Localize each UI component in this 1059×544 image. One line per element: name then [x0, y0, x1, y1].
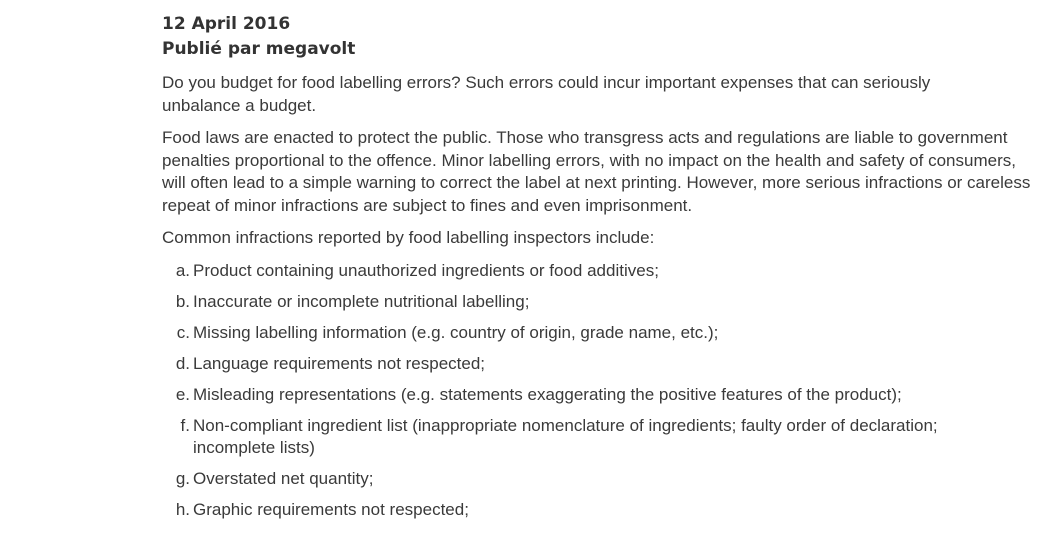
list-item: h. Graphic requirements not respected; [162, 499, 1042, 522]
article: 12 April 2016 Publié par megavolt Do you… [162, 12, 1042, 530]
list-item-text: Overstated net quantity; [193, 469, 374, 488]
list-marker: a. [175, 260, 190, 280]
list-marker: f. [180, 415, 190, 435]
list-item: e. Misleading representations (e.g. stat… [162, 384, 1042, 407]
list-item: c. Missing labelling information (e.g. c… [162, 322, 1042, 345]
post-author: Publié par megavolt [162, 39, 356, 59]
list-marker: b. [175, 291, 190, 311]
list-item-text: Missing labelling information (e.g. coun… [193, 322, 719, 342]
list-item: a. Product containing unauthorized ingre… [162, 260, 1042, 283]
list-item: g. Overstated net quantity; [162, 468, 1042, 491]
list-intro-paragraph: Common infractions reported by food labe… [162, 228, 655, 247]
intro-paragraph: Do you budget for food labelling errors?… [162, 73, 931, 115]
list-marker: e. [175, 384, 190, 404]
list-marker: c. [176, 322, 190, 342]
list-item: b. Inaccurate or incomplete nutritional … [162, 291, 1042, 314]
list-marker: d. [175, 353, 190, 373]
list-item: d. Language requirements not respected; [162, 353, 1042, 376]
list-item-text: Graphic requirements not respected; [193, 500, 469, 519]
list-item-text: Language requirements not respected; [193, 353, 486, 373]
list-item-text: Product containing unauthorized ingredie… [193, 260, 659, 280]
laws-paragraph: Food laws are enacted to protect the pub… [162, 128, 1031, 215]
list-marker: g. [175, 469, 190, 488]
list-item-text: Inaccurate or incomplete nutritional lab… [193, 291, 530, 311]
list-item-text: Non-compliant ingredient list (inappropr… [193, 415, 938, 458]
list-marker: h. [175, 500, 190, 519]
list-item-text: Misleading representations (e.g. stateme… [193, 384, 902, 404]
infractions-list: a. Product containing unauthorized ingre… [162, 260, 1042, 522]
post-date: 12 April 2016 [162, 14, 291, 34]
list-item: f. Non-compliant ingredient list (inappr… [162, 415, 993, 460]
